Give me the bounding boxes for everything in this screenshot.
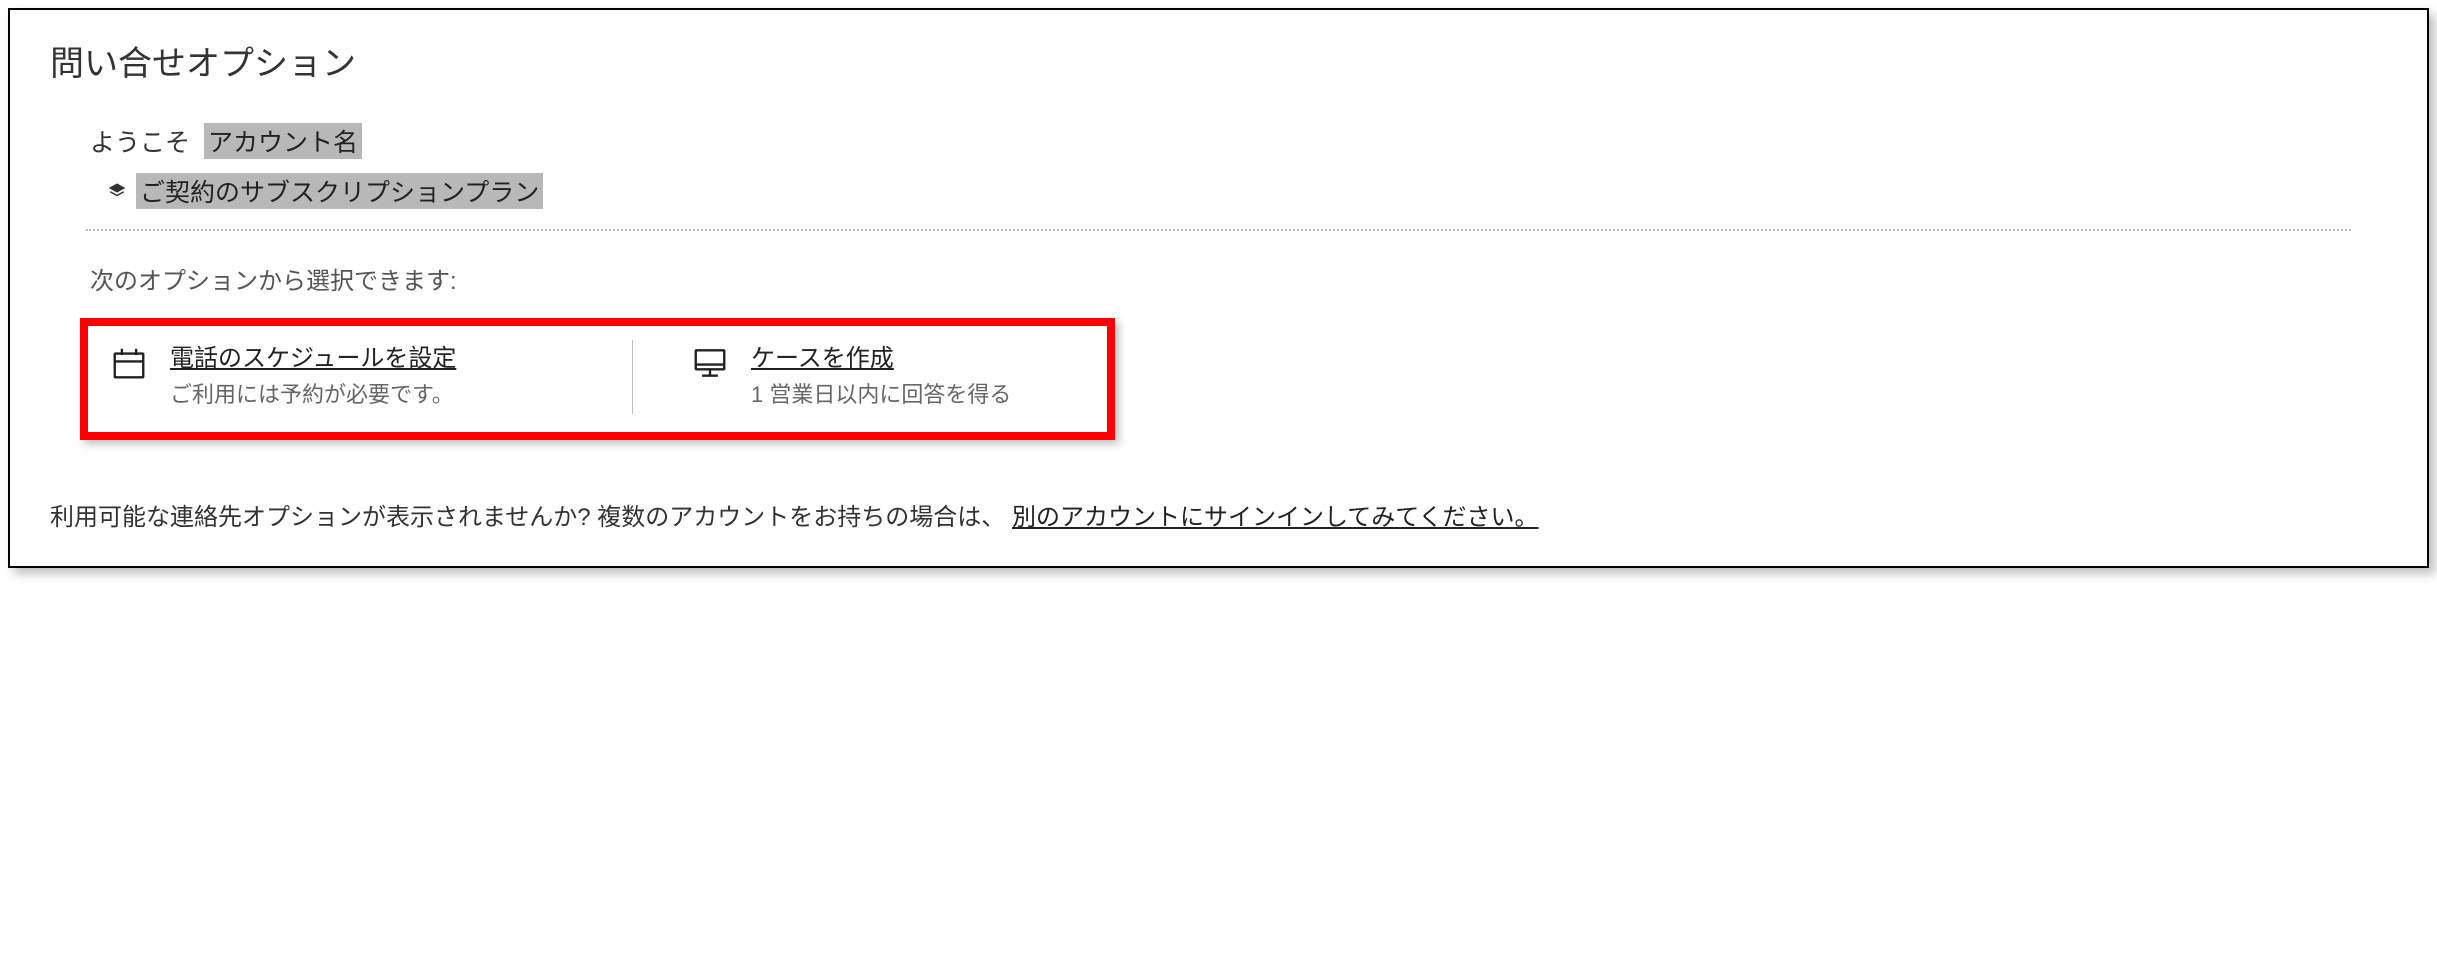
options-highlight-box: 電話のスケジュールを設定 ご利用には予約が必要です。 ケースを作成 1 営業日以… <box>80 318 1115 440</box>
subscription-plan-label: ご契約のサブスクリプションプラン <box>136 173 543 209</box>
divider <box>86 229 2351 231</box>
create-case-description: 1 営業日以内に回答を得る <box>751 380 1011 410</box>
schedule-call-description: ご利用には予約が必要です。 <box>170 380 456 410</box>
subscription-plan-row: ご契約のサブスクリプションプラン <box>90 173 2387 209</box>
monitor-icon <box>691 344 729 382</box>
welcome-label: ようこそ <box>90 123 190 159</box>
page-title: 問い合せオプション <box>50 36 2387 85</box>
sign-in-different-account-link[interactable]: 別のアカウントにサインインしてみてください。 <box>1012 504 1539 531</box>
welcome-row: ようこそ アカウント名 <box>90 123 2387 159</box>
option-divider <box>632 340 633 414</box>
account-name: アカウント名 <box>204 123 362 159</box>
contact-options-panel: 問い合せオプション ようこそ アカウント名 ご契約のサブスクリプションプラン 次… <box>8 8 2429 568</box>
create-case-link[interactable]: ケースを作成 <box>751 344 1011 374</box>
footer-prefix: 利用可能な連絡先オプションが表示されませんか? 複数のアカウントをお持ちの場合は… <box>50 504 1005 531</box>
footer-text: 利用可能な連絡先オプションが表示されませんか? 複数のアカウントをお持ちの場合は… <box>50 500 2387 536</box>
account-block: ようこそ アカウント名 ご契約のサブスクリプションプラン <box>50 123 2387 209</box>
schedule-call-link[interactable]: 電話のスケジュールを設定 <box>170 344 456 374</box>
layers-icon <box>108 182 126 200</box>
schedule-call-option[interactable]: 電話のスケジュールを設定 ご利用には予約が必要です。 <box>104 340 624 414</box>
options-prompt: 次のオプションから選択できます: <box>50 261 2387 296</box>
calendar-icon <box>110 344 148 382</box>
create-case-option[interactable]: ケースを作成 1 営業日以内に回答を得る <box>641 340 1091 414</box>
